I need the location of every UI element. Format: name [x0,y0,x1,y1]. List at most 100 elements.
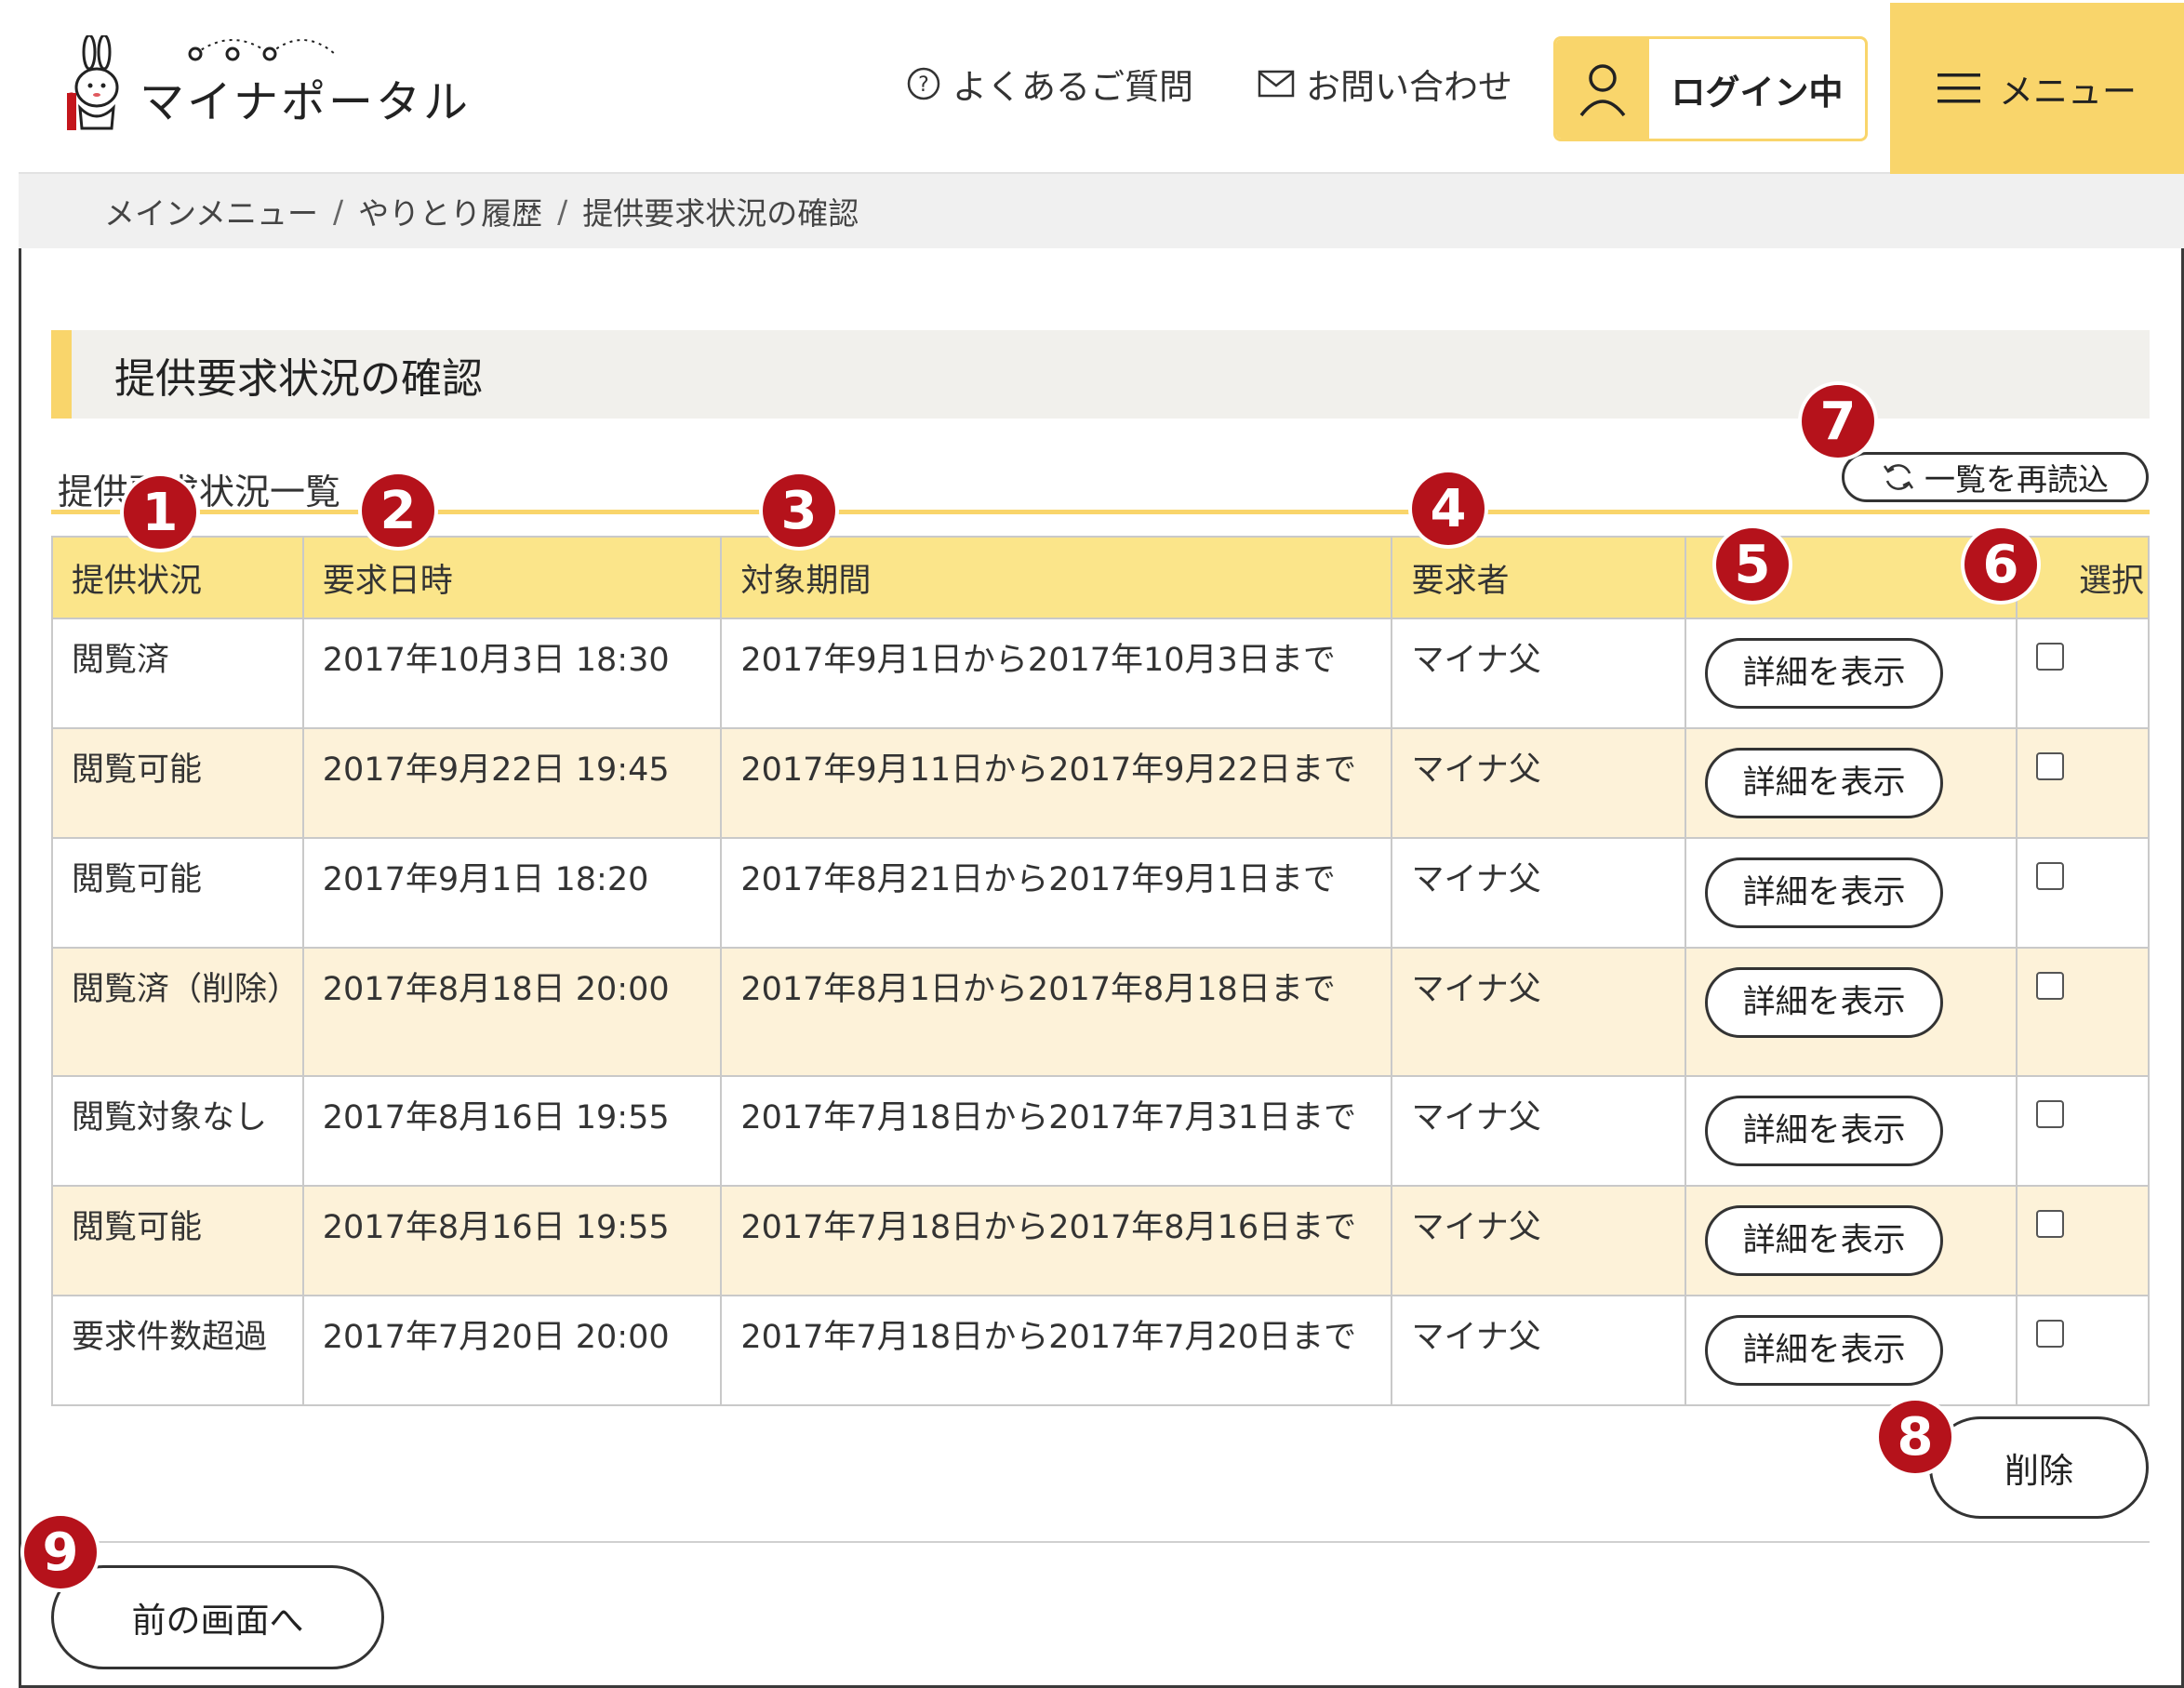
cell-requester: マイナ父 [1391,1075,1687,1187]
cell-detail: 詳細を表示 [1685,618,2018,729]
logo-text: マイナポータル [140,39,471,130]
table-header-row: 提供状況 要求日時 対象期間 要求者 選択 [51,536,2150,619]
breadcrumb-item-history[interactable]: やりとり履歴 [358,189,542,233]
faq-link[interactable]: ? よくあるご質問 [906,59,1193,109]
cell-status: 閲覧可能 [51,727,304,839]
show-detail-button[interactable]: 詳細を表示 [1705,857,1944,928]
select-checkbox[interactable] [2036,1320,2065,1348]
reload-label: 一覧を再読込 [1924,461,2109,498]
cell-select [2016,727,2150,839]
cell-status: 閲覧可能 [51,1185,304,1296]
show-detail-button[interactable]: 詳細を表示 [1705,1096,1944,1166]
list-caption: 提供要求状況一覧 [58,472,341,512]
header-requester: 要求者 [1391,536,1687,619]
cell-status: 閲覧済（削除） [51,947,304,1077]
cell-select [2016,618,2150,729]
header-period: 対象期間 [720,536,1393,619]
table-row: 閲覧済 2017年10月3日 18:30 2017年9月1日から2017年10月… [51,618,2150,729]
logo[interactable]: 1 マイナポータル [63,35,471,138]
cell-requester: マイナ父 [1391,1185,1687,1296]
cell-detail: 詳細を表示 [1685,947,2018,1077]
user-icon [1556,39,1649,139]
question-circle-icon: ? [907,67,940,100]
cell-select [2016,1185,2150,1296]
select-checkbox[interactable] [2036,643,2065,671]
show-detail-button[interactable]: 詳細を表示 [1705,967,1944,1038]
login-status-button[interactable]: ログイン中 [1553,36,1868,141]
cell-period: 2017年8月1日から2017年8月18日まで [720,947,1393,1077]
cell-datetime: 2017年9月22日 19:45 [301,727,723,839]
cell-detail: 詳細を表示 [1685,837,2018,949]
login-label: ログイン中 [1671,72,1844,113]
header-select: 選択 [2016,536,2150,619]
select-checkbox[interactable] [2036,1210,2065,1238]
annotation-marker-2: 2 [362,474,434,547]
cell-datetime: 2017年8月18日 20:00 [301,947,723,1077]
select-checkbox[interactable] [2036,972,2065,1000]
header-status: 提供状況 [51,536,304,619]
menu-label: メニュー [1999,72,2137,112]
cell-select [2016,837,2150,949]
svg-text:?: ? [918,73,929,97]
footer-divider [51,1541,2150,1543]
cell-requester: マイナ父 [1391,727,1687,839]
cell-status: 閲覧可能 [51,837,304,949]
cell-period: 2017年7月18日から2017年8月16日まで [720,1185,1393,1296]
cell-select [2016,1295,2150,1406]
table-row: 要求件数超過 2017年7月20日 20:00 2017年7月18日から2017… [51,1295,2150,1406]
table-row: 閲覧可能 2017年9月22日 19:45 2017年9月11日から2017年9… [51,727,2150,839]
cell-datetime: 2017年8月16日 19:55 [301,1185,723,1296]
cell-period: 2017年7月18日から2017年7月20日まで [720,1295,1393,1406]
cell-period: 2017年9月1日から2017年10月3日まで [720,618,1393,729]
back-button[interactable]: 前の画面へ [51,1565,384,1669]
select-checkbox[interactable] [2036,1100,2065,1128]
select-checkbox[interactable] [2036,862,2065,890]
cell-select [2016,1075,2150,1187]
annotation-marker-9: 9 [24,1516,97,1588]
cell-datetime: 2017年8月16日 19:55 [301,1075,723,1187]
svg-text:1: 1 [65,90,78,113]
show-detail-button[interactable]: 詳細を表示 [1705,638,1944,709]
delete-button[interactable]: 削除 [1929,1416,2149,1519]
mail-icon [1258,70,1295,98]
hamburger-icon [1938,73,1980,103]
table-row: 閲覧可能 2017年9月1日 18:20 2017年8月21日から2017年9月… [51,837,2150,949]
cell-requester: マイナ父 [1391,837,1687,949]
table-row: 閲覧対象なし 2017年8月16日 19:55 2017年7月18日から2017… [51,1075,2150,1187]
annotation-marker-1: 1 [124,476,196,549]
mascot-logo-icon: 1 [65,35,119,130]
reload-list-button[interactable]: 一覧を再読込 [1842,452,2149,502]
cell-detail: 詳細を表示 [1685,1295,2018,1406]
site-header: 1 マイナポータル ? よくあるご質問 お問い合わせ ログイン中 メニュー [19,3,2184,174]
breadcrumb: メインメニュー / やりとり履歴 / 提供要求状況の確認 [19,174,2184,248]
cell-status: 閲覧対象なし [51,1075,304,1187]
breadcrumb-item-main-menu[interactable]: メインメニュー [104,189,318,233]
select-checkbox[interactable] [2036,752,2065,780]
cell-detail: 詳細を表示 [1685,1185,2018,1296]
cell-datetime: 2017年7月20日 20:00 [301,1295,723,1406]
cell-period: 2017年8月21日から2017年9月1日まで [720,837,1393,949]
annotation-marker-6: 6 [1964,528,2037,601]
show-detail-button[interactable]: 詳細を表示 [1705,1205,1944,1276]
cell-datetime: 2017年9月1日 18:20 [301,837,723,949]
cell-detail: 詳細を表示 [1685,1075,2018,1187]
header-datetime: 要求日時 [301,536,723,619]
contact-link[interactable]: お問い合わせ [1258,59,1512,109]
breadcrumb-separator: / [333,193,344,230]
cell-requester: マイナ父 [1391,947,1687,1077]
annotation-marker-7: 7 [1802,385,1874,458]
breadcrumb-item-current: 提供要求状況の確認 [582,195,859,232]
show-detail-button[interactable]: 詳細を表示 [1705,748,1944,818]
cell-datetime: 2017年10月3日 18:30 [301,618,723,729]
breadcrumb-separator: / [557,193,568,230]
cell-period: 2017年9月11日から2017年9月22日まで [720,727,1393,839]
cell-requester: マイナ父 [1391,618,1687,729]
cell-requester: マイナ父 [1391,1295,1687,1406]
cell-status: 閲覧済 [51,618,304,729]
show-detail-button[interactable]: 詳細を表示 [1705,1315,1944,1386]
cell-select [2016,947,2150,1077]
cell-period: 2017年7月18日から2017年7月31日まで [720,1075,1393,1187]
contact-label: お問い合わせ [1306,67,1512,107]
menu-button[interactable]: メニュー [1890,3,2184,174]
request-status-table: 提供状況 要求日時 対象期間 要求者 選択 閲覧済 2017年10月3日 18:… [51,536,2150,1406]
